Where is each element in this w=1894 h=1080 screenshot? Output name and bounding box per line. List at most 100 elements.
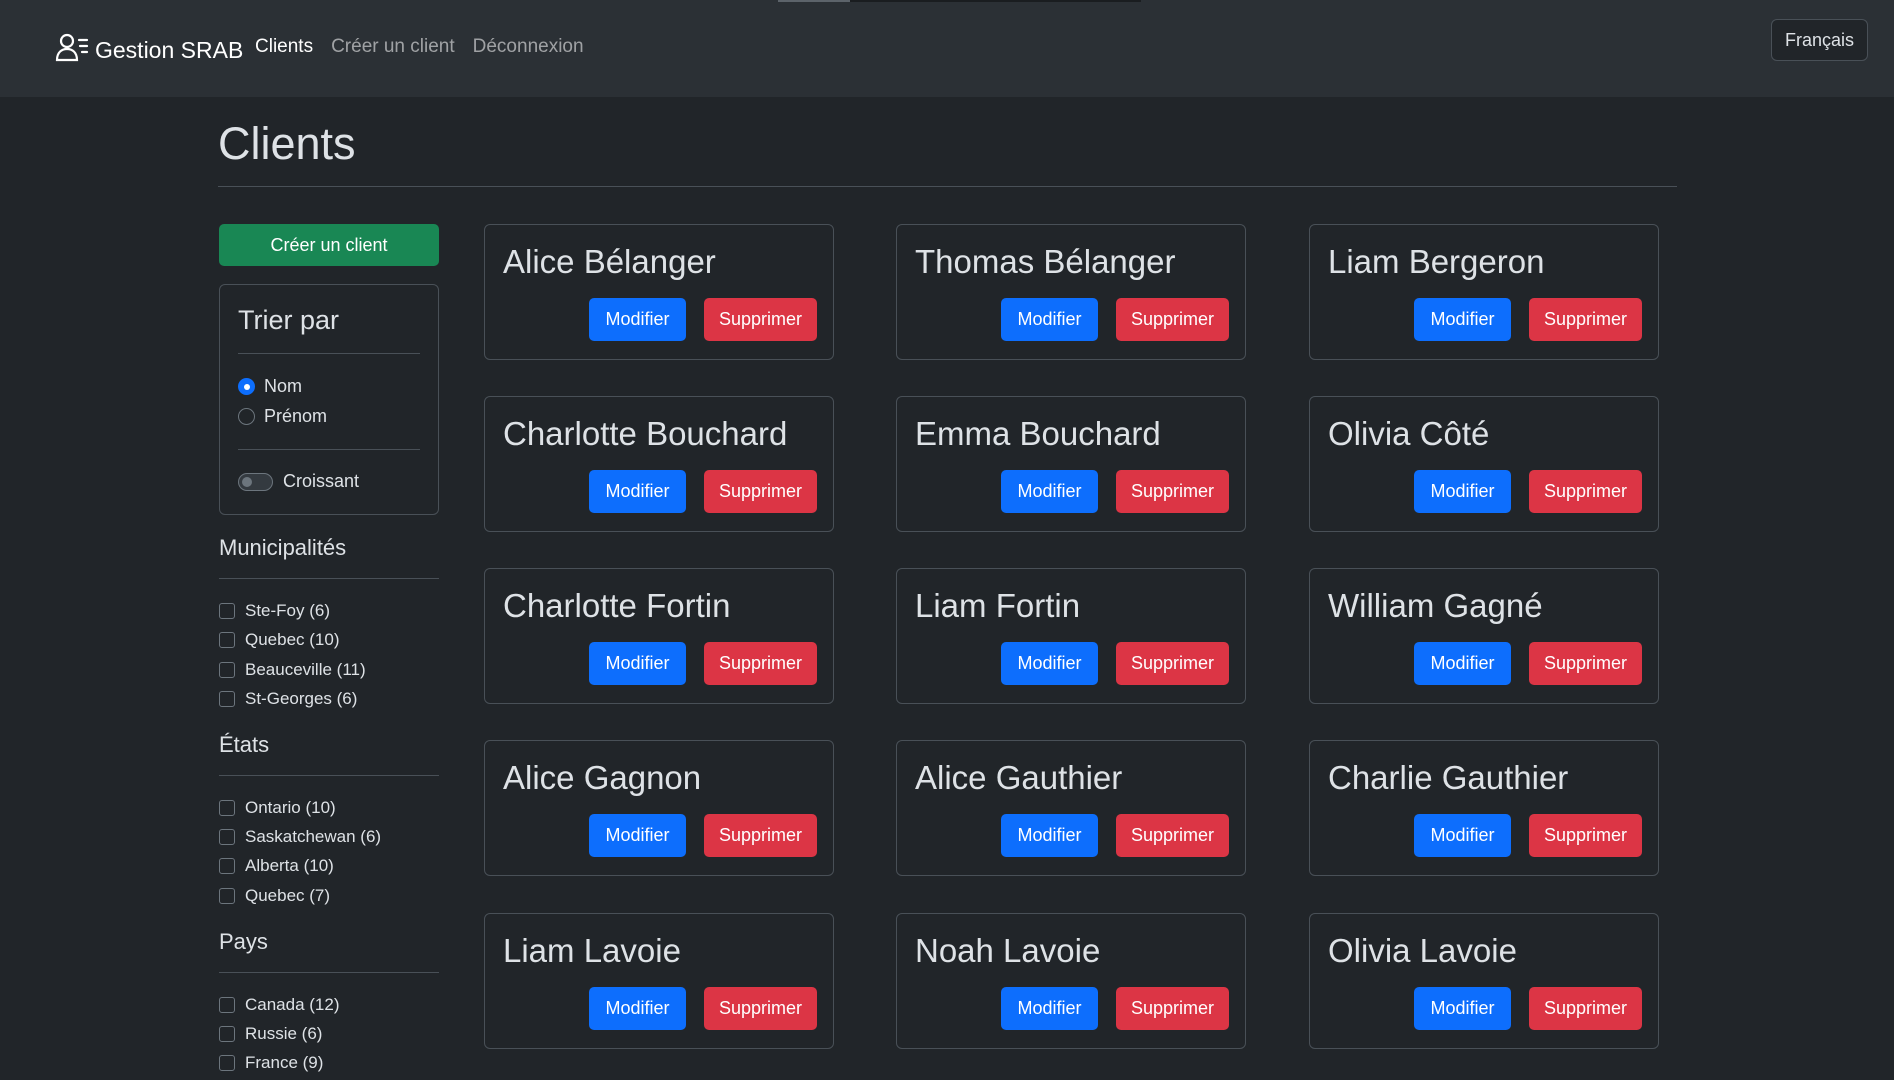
client-name: Liam Fortin bbox=[915, 587, 1081, 624]
checkbox[interactable] bbox=[219, 632, 235, 648]
filter-item[interactable]: Alberta (10) bbox=[219, 856, 334, 876]
filter-item[interactable]: Quebec (10) bbox=[219, 630, 340, 650]
checkbox[interactable] bbox=[219, 829, 235, 845]
client-name: Noah Lavoie bbox=[915, 932, 1101, 969]
delete-button[interactable]: Supprimer bbox=[1116, 470, 1229, 513]
checkbox[interactable] bbox=[219, 800, 235, 816]
filter-item-label: France (9) bbox=[245, 1053, 324, 1072]
delete-button[interactable]: Supprimer bbox=[1529, 987, 1642, 1030]
filter-item[interactable]: Russie (6) bbox=[219, 1024, 322, 1044]
filter-item[interactable]: France (9) bbox=[219, 1053, 323, 1073]
brand-name: Gestion SRAB bbox=[95, 36, 244, 63]
checkbox[interactable] bbox=[219, 603, 235, 619]
client-name: Liam Lavoie bbox=[503, 932, 681, 969]
client-card: William Gagné Modifier Supprimer bbox=[1309, 568, 1659, 704]
sort-option-nom[interactable]: Nom bbox=[238, 376, 302, 397]
filter-item-label: St-Georges (6) bbox=[245, 689, 358, 708]
checkbox[interactable] bbox=[219, 858, 235, 874]
filter-item[interactable]: Saskatchewan (6) bbox=[219, 827, 381, 847]
filter-item-label: Russie (6) bbox=[245, 1024, 323, 1043]
filter-item-label: Ontario (10) bbox=[245, 798, 336, 817]
checkbox[interactable] bbox=[219, 691, 235, 707]
client-card: Alice Gagnon Modifier Supprimer bbox=[484, 740, 834, 876]
filter-item[interactable]: Quebec (7) bbox=[219, 886, 330, 906]
sort-option-prenom[interactable]: Prénom bbox=[238, 406, 327, 427]
checkbox[interactable] bbox=[219, 1026, 235, 1042]
radio-nom[interactable] bbox=[238, 378, 255, 395]
edit-button[interactable]: Modifier bbox=[589, 470, 686, 513]
client-card: Olivia Côté Modifier Supprimer bbox=[1309, 396, 1659, 532]
checkbox[interactable] bbox=[219, 662, 235, 678]
edit-button[interactable]: Modifier bbox=[1001, 987, 1098, 1030]
edit-button[interactable]: Modifier bbox=[1414, 298, 1511, 341]
client-name: Alice Gagnon bbox=[503, 759, 702, 796]
edit-button[interactable]: Modifier bbox=[1001, 814, 1098, 857]
delete-button[interactable]: Supprimer bbox=[704, 470, 817, 513]
ascending-toggle[interactable] bbox=[238, 472, 273, 491]
filter-heading-etats: États bbox=[219, 732, 270, 757]
title-divider bbox=[218, 186, 1677, 187]
sort-option-label: Nom bbox=[264, 376, 303, 396]
delete-button[interactable]: Supprimer bbox=[1529, 642, 1642, 685]
edit-button[interactable]: Modifier bbox=[1001, 298, 1098, 341]
brand[interactable]: Gestion SRAB bbox=[55, 30, 243, 70]
edit-button[interactable]: Modifier bbox=[1414, 814, 1511, 857]
client-card: Alice Bélanger Modifier Supprimer bbox=[484, 224, 834, 360]
delete-button[interactable]: Supprimer bbox=[704, 814, 817, 857]
client-name: Emma Bouchard bbox=[915, 415, 1161, 452]
client-card: Noah Lavoie Modifier Supprimer bbox=[896, 913, 1246, 1049]
client-card: Charlie Gauthier Modifier Supprimer bbox=[1309, 740, 1659, 876]
client-name: Olivia Côté bbox=[1328, 415, 1490, 452]
nav-links: Clients Créer un client Déconnexion bbox=[255, 36, 584, 58]
client-card: Emma Bouchard Modifier Supprimer bbox=[896, 396, 1246, 532]
nav-link-create-client[interactable]: Créer un client bbox=[331, 36, 455, 58]
filter-item-label: Beauceville (11) bbox=[245, 660, 366, 679]
filter-heading-municipalites: Municipalités bbox=[219, 535, 347, 560]
filter-item[interactable]: Beauceville (11) bbox=[219, 660, 366, 680]
delete-button[interactable]: Supprimer bbox=[1116, 987, 1229, 1030]
checkbox[interactable] bbox=[219, 997, 235, 1013]
client-name: Thomas Bélanger bbox=[915, 243, 1176, 280]
filter-item[interactable]: Ste-Foy (6) bbox=[219, 601, 330, 621]
edit-button[interactable]: Modifier bbox=[1414, 987, 1511, 1030]
delete-button[interactable]: Supprimer bbox=[1116, 814, 1229, 857]
radio-prenom[interactable] bbox=[238, 408, 255, 425]
checkbox[interactable] bbox=[219, 1055, 235, 1071]
delete-button[interactable]: Supprimer bbox=[704, 298, 817, 341]
edit-button[interactable]: Modifier bbox=[1414, 470, 1511, 513]
ascending-label: Croissant bbox=[283, 471, 360, 491]
delete-button[interactable]: Supprimer bbox=[1529, 470, 1642, 513]
page-title: Clients bbox=[218, 118, 356, 169]
edit-button[interactable]: Modifier bbox=[589, 814, 686, 857]
delete-button[interactable]: Supprimer bbox=[704, 987, 817, 1030]
client-name: Alice Bélanger bbox=[503, 243, 716, 280]
ascending-toggle-row[interactable]: Croissant bbox=[238, 471, 359, 492]
filter-item[interactable]: Canada (12) bbox=[219, 995, 340, 1015]
delete-button[interactable]: Supprimer bbox=[704, 642, 817, 685]
filter-item[interactable]: Ontario (10) bbox=[219, 798, 336, 818]
client-card: Olivia Lavoie Modifier Supprimer bbox=[1309, 913, 1659, 1049]
delete-button[interactable]: Supprimer bbox=[1116, 642, 1229, 685]
delete-button[interactable]: Supprimer bbox=[1529, 298, 1642, 341]
client-card: Thomas Bélanger Modifier Supprimer bbox=[896, 224, 1246, 360]
edit-button[interactable]: Modifier bbox=[1001, 642, 1098, 685]
edit-button[interactable]: Modifier bbox=[589, 642, 686, 685]
edit-button[interactable]: Modifier bbox=[589, 298, 686, 341]
edit-button[interactable]: Modifier bbox=[1001, 470, 1098, 513]
delete-button[interactable]: Supprimer bbox=[1116, 298, 1229, 341]
filter-divider bbox=[219, 775, 439, 776]
sort-divider bbox=[238, 449, 420, 450]
delete-button[interactable]: Supprimer bbox=[1529, 814, 1642, 857]
language-button[interactable]: Français bbox=[1771, 19, 1868, 61]
navbar: Gestion SRAB Clients Créer un client Déc… bbox=[0, 0, 1894, 97]
nav-link-logout[interactable]: Déconnexion bbox=[473, 36, 584, 58]
filter-item[interactable]: St-Georges (6) bbox=[219, 689, 357, 709]
checkbox[interactable] bbox=[219, 888, 235, 904]
create-client-button[interactable]: Créer un client bbox=[219, 224, 439, 266]
filter-heading-pays: Pays bbox=[219, 929, 268, 954]
sort-option-label: Prénom bbox=[264, 406, 328, 426]
edit-button[interactable]: Modifier bbox=[589, 987, 686, 1030]
nav-link-clients[interactable]: Clients bbox=[255, 36, 313, 58]
edit-button[interactable]: Modifier bbox=[1414, 642, 1511, 685]
filter-item-label: Ste-Foy (6) bbox=[245, 601, 331, 620]
